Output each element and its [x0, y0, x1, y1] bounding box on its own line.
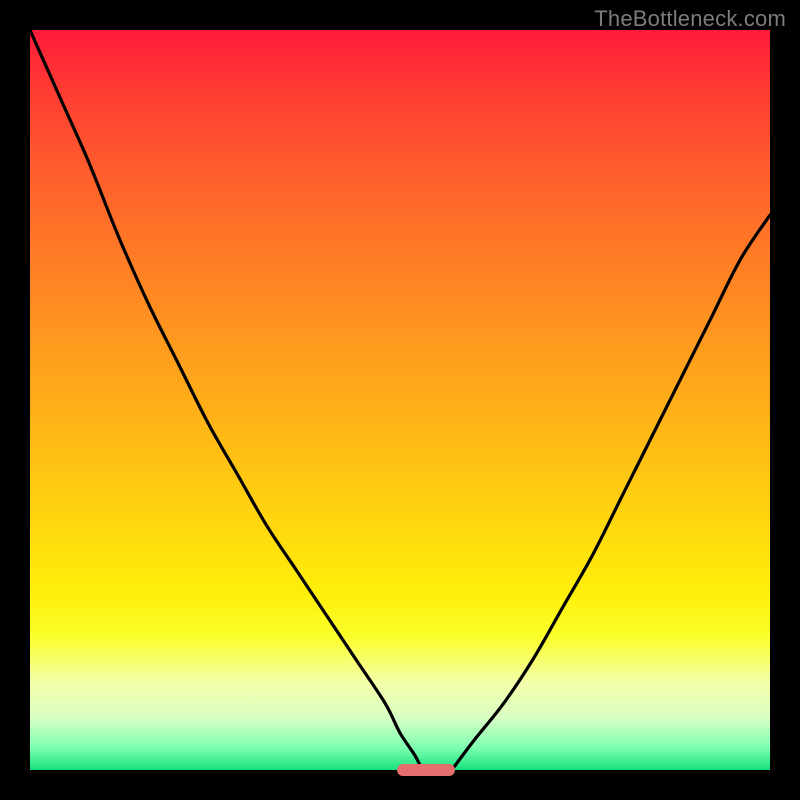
right-branch-curve: [452, 215, 770, 770]
plot-area: [30, 30, 770, 770]
trough-marker: [397, 764, 455, 776]
watermark-text: TheBottleneck.com: [594, 6, 786, 32]
left-branch-curve: [30, 30, 422, 770]
curve-layer: [30, 30, 770, 770]
chart-frame: TheBottleneck.com: [0, 0, 800, 800]
